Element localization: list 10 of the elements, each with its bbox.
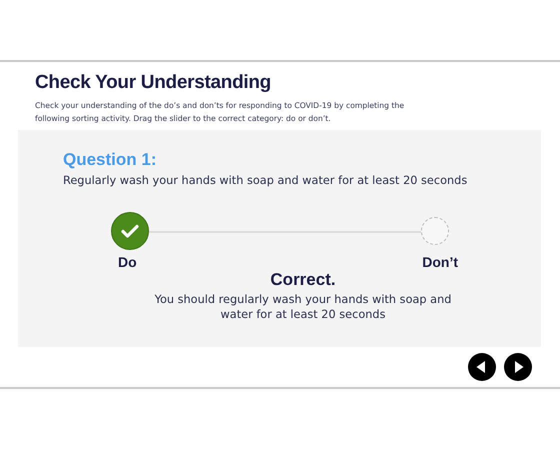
category-label: Do bbox=[118, 254, 137, 270]
next-button[interactable] bbox=[504, 353, 532, 381]
previous-button[interactable] bbox=[468, 353, 496, 381]
feedback-heading: Correct. bbox=[269, 270, 337, 290]
feedback-text: You should regularly wash your hands with soap and water for at least 20 seconds bbox=[154, 292, 452, 322]
page-title: Check Your Understanding bbox=[35, 72, 272, 94]
question-number: Question 1: bbox=[63, 150, 158, 170]
question-text: Regularly wash your hands with soap and water for at least 20 seconds bbox=[63, 174, 468, 187]
slider-thumb[interactable] bbox=[111, 212, 149, 250]
category-label: Don’t bbox=[422, 254, 458, 270]
